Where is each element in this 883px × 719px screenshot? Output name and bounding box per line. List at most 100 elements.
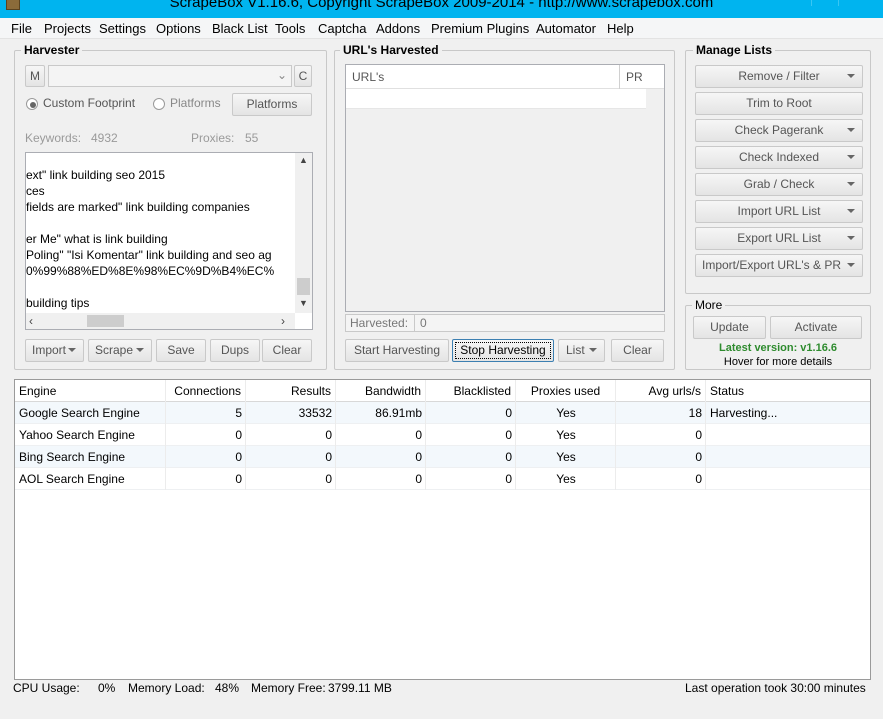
- export-url-list-button[interactable]: Export URL List: [695, 227, 863, 250]
- bandwidth-column-header[interactable]: Bandwidth: [336, 380, 426, 402]
- results-cell: 33532: [298, 406, 332, 420]
- pr-column-header[interactable]: PR: [626, 70, 643, 84]
- c-button[interactable]: C: [294, 65, 312, 87]
- status-cell: [706, 424, 870, 446]
- menu-automator[interactable]: Automator: [536, 21, 596, 36]
- custom-footprint-radio[interactable]: [26, 98, 38, 110]
- dropdown-arrow-icon: [847, 74, 855, 78]
- menu-settings[interactable]: Settings: [99, 21, 146, 36]
- keywords-hscrollbar[interactable]: ‹ ›: [26, 313, 295, 329]
- column-divider: [425, 380, 426, 490]
- results-cell: 0: [325, 450, 332, 464]
- status-column-header[interactable]: Status: [706, 380, 870, 402]
- m-button[interactable]: M: [25, 65, 45, 87]
- check-pagerank-label: Check Pagerank: [734, 123, 824, 137]
- engine-cell: Bing Search Engine: [19, 450, 126, 464]
- blacklisted-column-header[interactable]: Blacklisted: [426, 380, 516, 402]
- scroll-down-icon[interactable]: ▼: [295, 298, 312, 308]
- keyword-line: ces: [26, 184, 45, 198]
- dropdown-arrow-icon: [68, 348, 76, 352]
- avg-urls-column-header[interactable]: Avg urls/s: [616, 380, 706, 402]
- harvester-clear-button-label: Clear: [272, 343, 302, 357]
- check-pagerank-button[interactable]: Check Pagerank: [695, 119, 863, 142]
- stop-harvesting-button[interactable]: Stop Harvesting: [452, 339, 554, 362]
- table-row[interactable]: Yahoo Search Engine 0 0 0 0 Yes 0: [15, 424, 870, 446]
- engine-select[interactable]: ⌄: [48, 65, 292, 87]
- start-harvesting-button[interactable]: Start Harvesting: [345, 339, 449, 362]
- connections-cell: 5: [235, 406, 242, 420]
- bandwidth-cell: 86.91mb: [375, 406, 422, 420]
- import-url-list-button[interactable]: Import URL List: [695, 200, 863, 223]
- menu-premium-plugins[interactable]: Premium Plugins: [431, 21, 529, 36]
- last-operation-text: Last operation took 30:00 minutes: [685, 681, 866, 695]
- menu-addons[interactable]: Addons: [376, 21, 420, 36]
- import-button[interactable]: Import: [25, 339, 84, 362]
- urls-list-header: URL's PR: [346, 65, 664, 89]
- menu-file[interactable]: File: [11, 21, 32, 36]
- dropdown-arrow-icon: [847, 236, 855, 240]
- activate-button[interactable]: Activate: [770, 316, 862, 339]
- table-row[interactable]: Bing Search Engine 0 0 0 0 Yes 0: [15, 446, 870, 468]
- list-button[interactable]: List: [558, 339, 605, 362]
- dups-button[interactable]: Dups: [210, 339, 260, 362]
- results-column-header[interactable]: Results: [246, 380, 336, 402]
- blacklisted-cell: 0: [505, 406, 512, 420]
- keyword-line: ext" link building seo 2015: [26, 168, 166, 182]
- harvester-clear-button[interactable]: Clear: [262, 339, 312, 362]
- urls-list[interactable]: URL's PR: [345, 64, 665, 312]
- scroll-up-icon[interactable]: ▲: [295, 155, 312, 165]
- platforms-radio-label[interactable]: Platforms: [170, 96, 221, 110]
- column-divider: [165, 380, 166, 490]
- grab-check-button[interactable]: Grab / Check: [695, 173, 863, 196]
- urls-column-header[interactable]: URL's: [352, 70, 384, 84]
- scroll-right-icon[interactable]: ›: [281, 314, 285, 328]
- remove-filter-button[interactable]: Remove / Filter: [695, 65, 863, 88]
- harvested-count: 0: [420, 316, 427, 330]
- list-button-label: List: [566, 343, 585, 357]
- connections-column-header[interactable]: Connections: [166, 380, 246, 402]
- scrape-button[interactable]: Scrape: [88, 339, 152, 362]
- menu-black-list[interactable]: Black List: [212, 21, 268, 36]
- update-button[interactable]: Update: [693, 316, 766, 339]
- harvested-label: Harvested:: [350, 316, 409, 330]
- scroll-thumb-horizontal[interactable]: [87, 315, 124, 327]
- update-button-label: Update: [710, 320, 749, 334]
- close-button[interactable]: [838, 0, 883, 6]
- bandwidth-cell: 0: [415, 428, 422, 442]
- keywords-vscrollbar[interactable]: ▲ ▼: [295, 153, 312, 313]
- avg-urls-cell: 0: [695, 472, 702, 486]
- keyword-line: 0%99%88%ED%8E%98%EC%9D%B4%EC%: [26, 264, 275, 278]
- platforms-button[interactable]: Platforms: [232, 93, 312, 116]
- blacklisted-cell: 0: [505, 428, 512, 442]
- proxies-used-column-header[interactable]: Proxies used: [516, 380, 616, 402]
- custom-footprint-label[interactable]: Custom Footprint: [43, 96, 135, 110]
- scroll-thumb[interactable]: [297, 278, 310, 295]
- hover-details-text[interactable]: Hover for more details: [686, 356, 870, 368]
- menu-tools[interactable]: Tools: [275, 21, 305, 36]
- window-title: ScrapeBox V1.16.6, Copyright ScrapeBox 2…: [169, 0, 714, 11]
- urls-clear-button-label: Clear: [623, 343, 652, 357]
- keywords-label: Keywords:: [25, 131, 82, 145]
- check-indexed-button[interactable]: Check Indexed: [695, 146, 863, 169]
- bandwidth-cell: 0: [415, 472, 422, 486]
- trim-to-root-button[interactable]: Trim to Root: [695, 92, 863, 115]
- menu-options[interactable]: Options: [156, 21, 201, 36]
- menu-captcha[interactable]: Captcha: [318, 21, 366, 36]
- import-export-pr-button[interactable]: Import/Export URL's & PR: [695, 254, 863, 277]
- memory-load-value: 48%: [215, 681, 240, 695]
- proxies-label: Proxies:: [191, 131, 235, 145]
- menu-projects[interactable]: Projects: [44, 21, 91, 36]
- table-row[interactable]: AOL Search Engine 0 0 0 0 Yes 0: [15, 468, 870, 490]
- minimize-button[interactable]: [811, 0, 837, 6]
- bandwidth-cell: 0: [415, 450, 422, 464]
- focus-ring: [455, 342, 551, 359]
- urls-clear-button[interactable]: Clear: [611, 339, 664, 362]
- keywords-textarea[interactable]: ext" link building seo 2015 ces fields a…: [25, 152, 313, 330]
- engine-column-header[interactable]: Engine: [15, 380, 166, 402]
- scroll-left-icon[interactable]: ‹: [29, 314, 33, 328]
- platforms-radio[interactable]: [153, 98, 165, 110]
- table-row[interactable]: Google Search Engine 5 33532 86.91mb 0 Y…: [15, 402, 870, 424]
- save-button[interactable]: Save: [156, 339, 206, 362]
- dropdown-arrow-icon: [136, 348, 144, 352]
- menu-help[interactable]: Help: [607, 21, 634, 36]
